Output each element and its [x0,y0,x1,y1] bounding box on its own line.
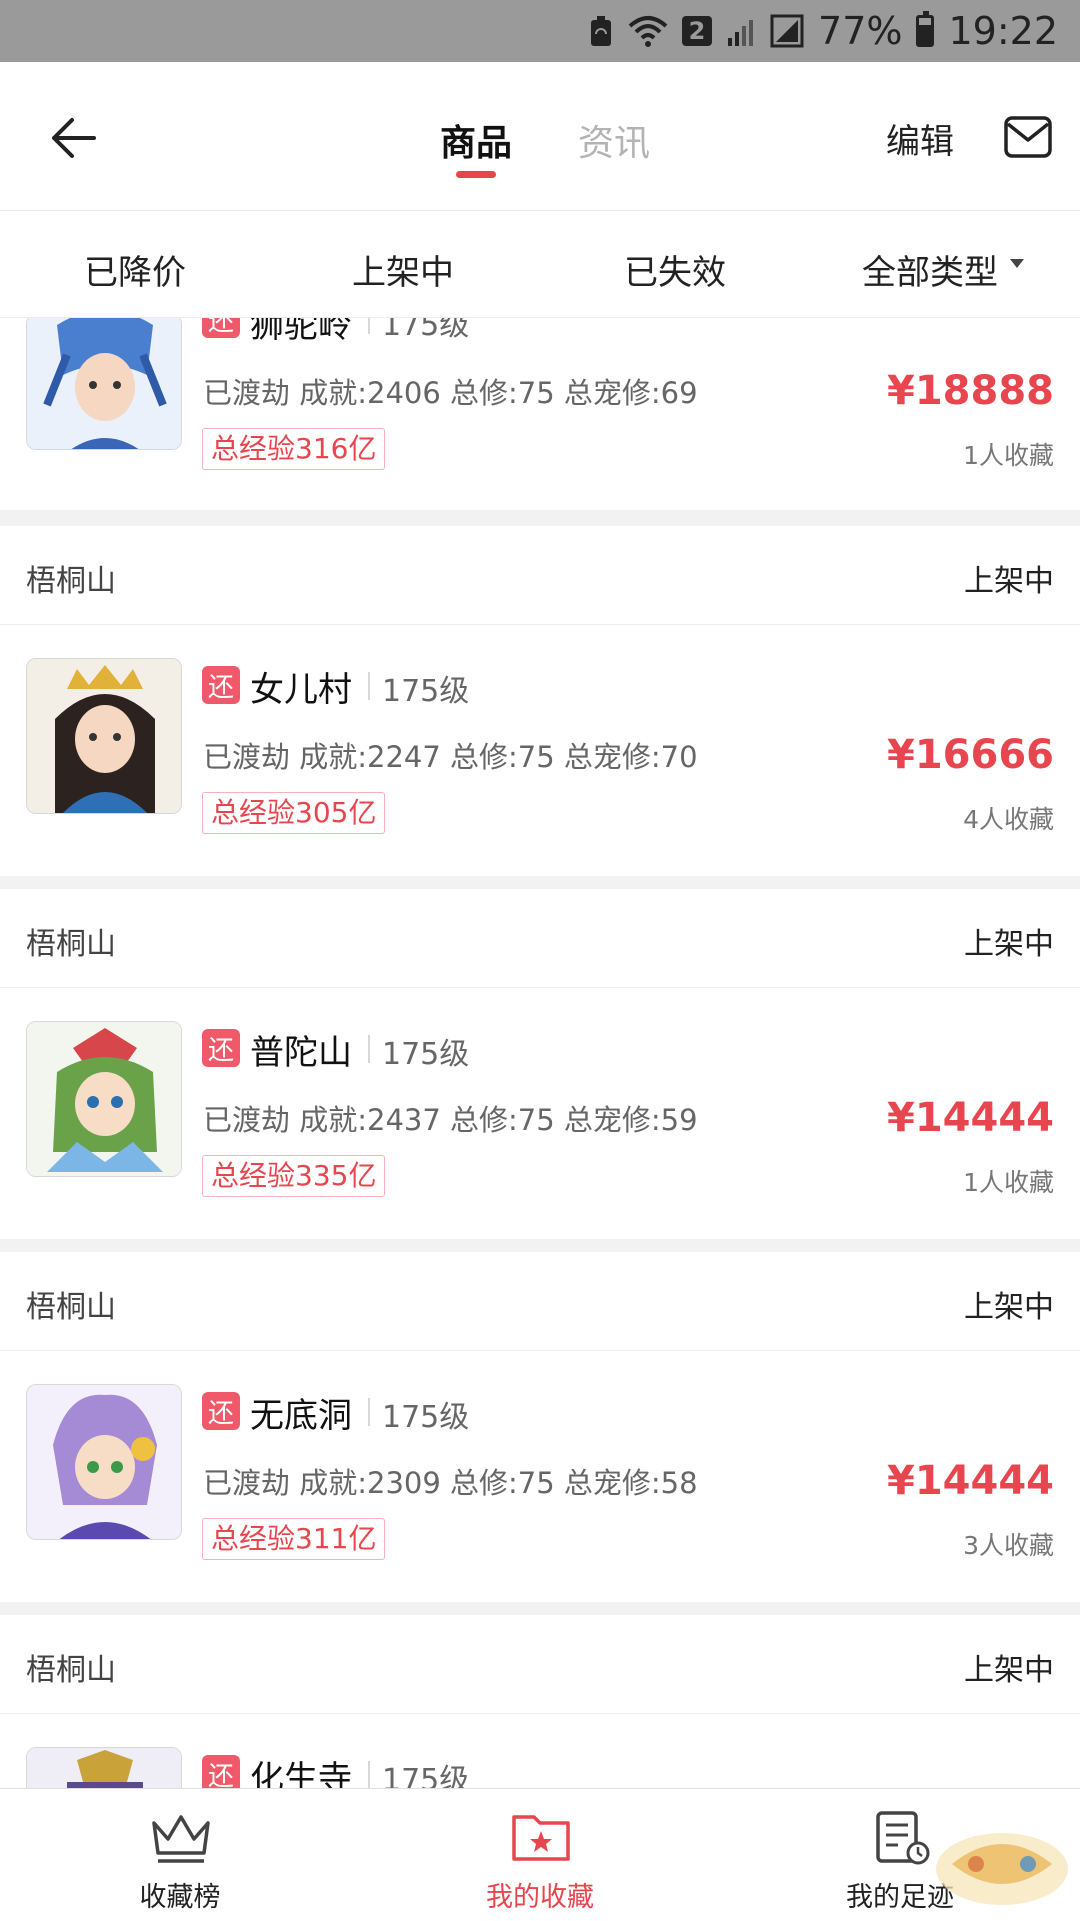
tab-ranking[interactable]: 收藏榜 [0,1789,360,1921]
price: ¥16666 [887,732,1054,778]
filter-price-drop[interactable]: 已降价 [84,245,186,294]
character-level: 175级 [382,1400,470,1435]
tab-label: 收藏榜 [139,1882,221,1913]
card-header: 梧桐山 上架中 [0,1615,1080,1714]
experience-badge: 总经验335亿 [202,1155,386,1197]
divider [368,1398,370,1426]
school-name: 无底洞 [250,1396,352,1436]
history-doc-icon [870,1809,932,1865]
card-header: 梧桐山 上架中 [0,526,1080,625]
return-tag: 还 [202,1755,240,1788]
return-tag: 还 [202,1392,240,1430]
list-item[interactable]: 梧桐山 上架中 还 化生寺 175级 [0,1615,1080,1788]
server-name: 梧桐山 [26,1653,116,1688]
favorite-count: 1人收藏 [963,441,1054,470]
divider [368,1035,370,1063]
watermark-logo [932,1824,1072,1914]
card-header: 梧桐山 上架中 [0,889,1080,988]
tab-label: 我的收藏 [486,1882,594,1913]
card-header: 梧桐山 上架中 [0,1252,1080,1351]
tab-my-favorites[interactable]: 我的收藏 [360,1789,720,1921]
crown-icon [150,1809,212,1865]
battery-percent: 77% [818,9,903,53]
mail-icon[interactable] [1004,116,1052,158]
character-stats: 已渡劫 成就:2309 总修:75 总宠修:58 [203,1466,698,1500]
character-level: 175级 [382,674,470,709]
character-level: 175级 [382,1763,470,1788]
back-arrow-icon[interactable] [42,110,98,166]
divider [368,672,370,700]
listing-status: 上架中 [964,927,1054,962]
server-name: 梧桐山 [26,564,116,599]
list-item[interactable]: 梧桐山 上架中 还 女儿村 175级 已渡劫 成就:2247 总修:75 总宠修… [0,526,1080,876]
character-stats: 已渡劫 成就:2437 总修:75 总宠修:59 [203,1103,698,1137]
signal-icon [726,14,756,48]
character-avatar [26,1384,182,1540]
active-tab-indicator [456,171,496,178]
list-item[interactable]: 梧桐山 上架中 还 无底洞 175级 已渡劫 成就:2309 总修:75 总宠修… [0,1252,1080,1602]
price: ¥14444 [887,1095,1054,1141]
character-avatar [26,658,182,814]
character-level: 175级 [382,318,470,343]
listing-status: 上架中 [964,1290,1054,1325]
favorite-count: 1人收藏 [963,1168,1054,1197]
listing-status: 上架中 [964,1653,1054,1688]
return-tag: 还 [202,1029,240,1067]
character-avatar [26,1021,182,1177]
server-name: 梧桐山 [26,927,116,962]
character-stats: 已渡劫 成就:2406 总修:75 总宠修:69 [203,376,698,410]
school-name: 化生寺 [250,1759,352,1788]
status-bar: 2 77% 19:22 [0,0,1080,62]
favorites-list: 还 狮驼岭 175级 已渡劫 成就:2406 总修:75 总宠修:69 总经验3… [0,318,1080,1788]
edit-button[interactable]: 编辑 [886,114,954,163]
experience-badge: 总经验311亿 [202,1518,386,1560]
filter-all-types[interactable]: 全部类型 [862,245,998,294]
battery-icon [916,11,935,47]
divider [368,318,370,334]
return-tag: 还 [202,666,240,704]
experience-badge: 总经验305亿 [202,792,386,834]
favorite-count: 4人收藏 [963,805,1054,834]
list-item[interactable]: 梧桐山 上架中 还 普陀山 175级 已渡劫 成就:2437 总修:75 总宠修… [0,889,1080,1239]
filter-on-sale[interactable]: 上架中 [352,245,454,294]
divider [368,1761,370,1788]
server-name: 梧桐山 [26,1290,116,1325]
sync-icon [588,14,614,48]
top-nav-bar: 商品 资讯 编辑 [0,62,1080,211]
character-level: 175级 [382,1037,470,1072]
price: ¥18888 [887,368,1054,414]
school-name: 女儿村 [250,670,352,710]
dropdown-arrow-icon [1010,259,1024,268]
listing-status: 上架中 [964,564,1054,599]
list-item[interactable]: 还 狮驼岭 175级 已渡劫 成就:2406 总修:75 总宠修:69 总经验3… [0,318,1080,510]
folder-star-icon [510,1809,572,1865]
favorite-count: 3人收藏 [963,1531,1054,1560]
filter-expired[interactable]: 已失效 [624,245,726,294]
school-name: 普陀山 [250,1033,352,1073]
school-name: 狮驼岭 [250,318,352,346]
tab-goods[interactable]: 商品 [440,114,512,166]
character-avatar [26,1747,182,1788]
return-tag: 还 [202,318,240,338]
character-avatar [26,318,182,450]
wifi-icon [628,14,668,48]
tab-news[interactable]: 资讯 [578,114,650,166]
sim-badge: 2 [682,16,713,46]
clock: 19:22 [948,9,1058,53]
price: ¥14444 [887,1458,1054,1504]
experience-badge: 总经验316亿 [202,428,386,470]
filter-bar: 已降价 上架中 已失效 全部类型 [0,211,1080,318]
signal-icon [770,14,804,48]
bottom-tab-bar: 收藏榜 我的收藏 我的足迹 [0,1788,1080,1921]
character-stats: 已渡劫 成就:2247 总修:75 总宠修:70 [203,740,698,774]
